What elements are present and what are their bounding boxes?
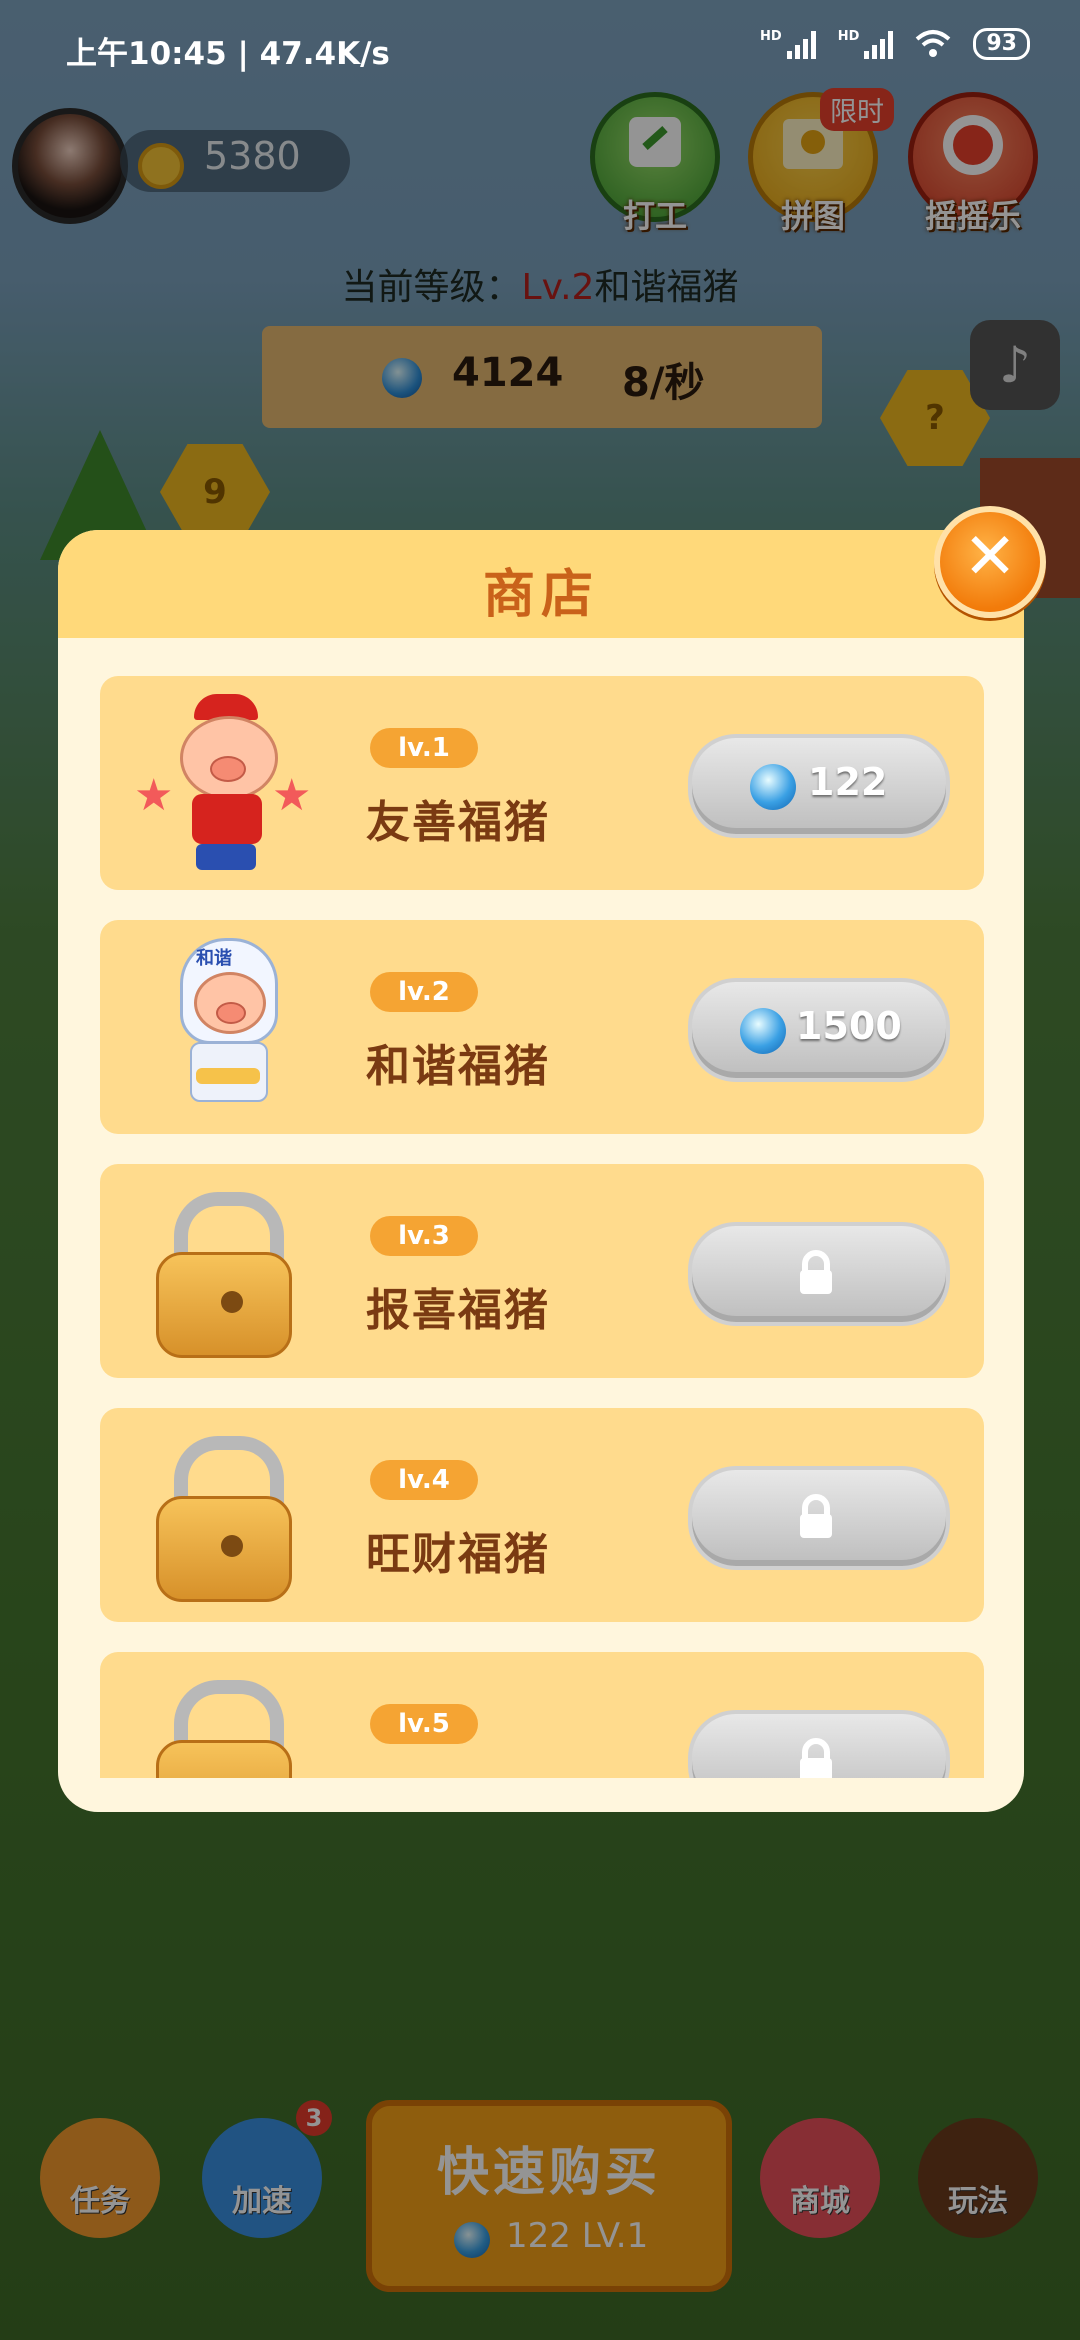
buy-button-lv1[interactable]: 122 — [688, 734, 950, 838]
lock-icon — [800, 1494, 832, 1538]
gem-icon — [740, 1008, 786, 1054]
gem-icon — [750, 764, 796, 810]
item-name: 旺财福猪 — [366, 1529, 550, 1580]
signal-icon: HD — [760, 29, 816, 59]
lock-icon — [800, 1250, 832, 1294]
item-name: 友善福猪 — [366, 797, 550, 848]
padlock-icon — [136, 1426, 316, 1606]
level-badge: lv.1 — [370, 728, 478, 768]
shop-item-lv5: lv.5 — [100, 1652, 984, 1778]
buy-button-lv2[interactable]: 1500 — [688, 978, 950, 1082]
close-button[interactable]: ✕ — [934, 506, 1046, 618]
shop-item-lv3: lv.3 报喜福猪 — [100, 1164, 984, 1378]
wifi-icon — [916, 30, 951, 57]
status-icons: HD HD 93 — [760, 28, 1030, 60]
battery-icon: 93 — [973, 28, 1030, 60]
shop-item-lv2: 和谐 lv.2 和谐福猪 1500 — [100, 920, 984, 1134]
price-value: 1500 — [796, 1004, 902, 1048]
shop-list[interactable]: ★ ★ lv.1 友善福猪 122 和谐 lv.2 和谐福猪 1500 lv.3… — [100, 676, 984, 1778]
status-bar: 上午10:45 | 47.4K/s HD HD 93 — [0, 0, 1080, 95]
level-badge: lv.2 — [370, 972, 478, 1012]
price-value: 122 — [808, 760, 888, 804]
shop-title: 商店 — [482, 565, 599, 625]
item-name: 报喜福猪 — [366, 1285, 550, 1336]
close-icon: ✕ — [963, 520, 1017, 594]
shop-item-lv1: ★ ★ lv.1 友善福猪 122 — [100, 676, 984, 890]
signal-icon-2: HD — [838, 29, 894, 59]
shop-modal: 商店 ★ ★ lv.1 友善福猪 122 和谐 lv.2 和谐福猪 1500 l… — [58, 530, 1024, 1812]
status-time-speed: 上午10:45 | 47.4K/s — [66, 36, 390, 72]
pig-tag: 和谐 — [196, 948, 232, 969]
level-badge: lv.4 — [370, 1460, 478, 1500]
locked-button-lv5[interactable] — [688, 1710, 950, 1778]
locked-button-lv4[interactable] — [688, 1466, 950, 1570]
lock-icon — [800, 1738, 832, 1778]
level-badge: lv.3 — [370, 1216, 478, 1256]
item-name: 和谐福猪 — [366, 1041, 550, 1092]
locked-button-lv3[interactable] — [688, 1222, 950, 1326]
pig-lv1-icon: ★ ★ — [134, 694, 316, 874]
padlock-icon — [136, 1670, 316, 1778]
padlock-icon — [136, 1182, 316, 1362]
pig-lv2-icon: 和谐 — [136, 938, 316, 1118]
shop-item-lv4: lv.4 旺财福猪 — [100, 1408, 984, 1622]
level-badge: lv.5 — [370, 1704, 478, 1744]
